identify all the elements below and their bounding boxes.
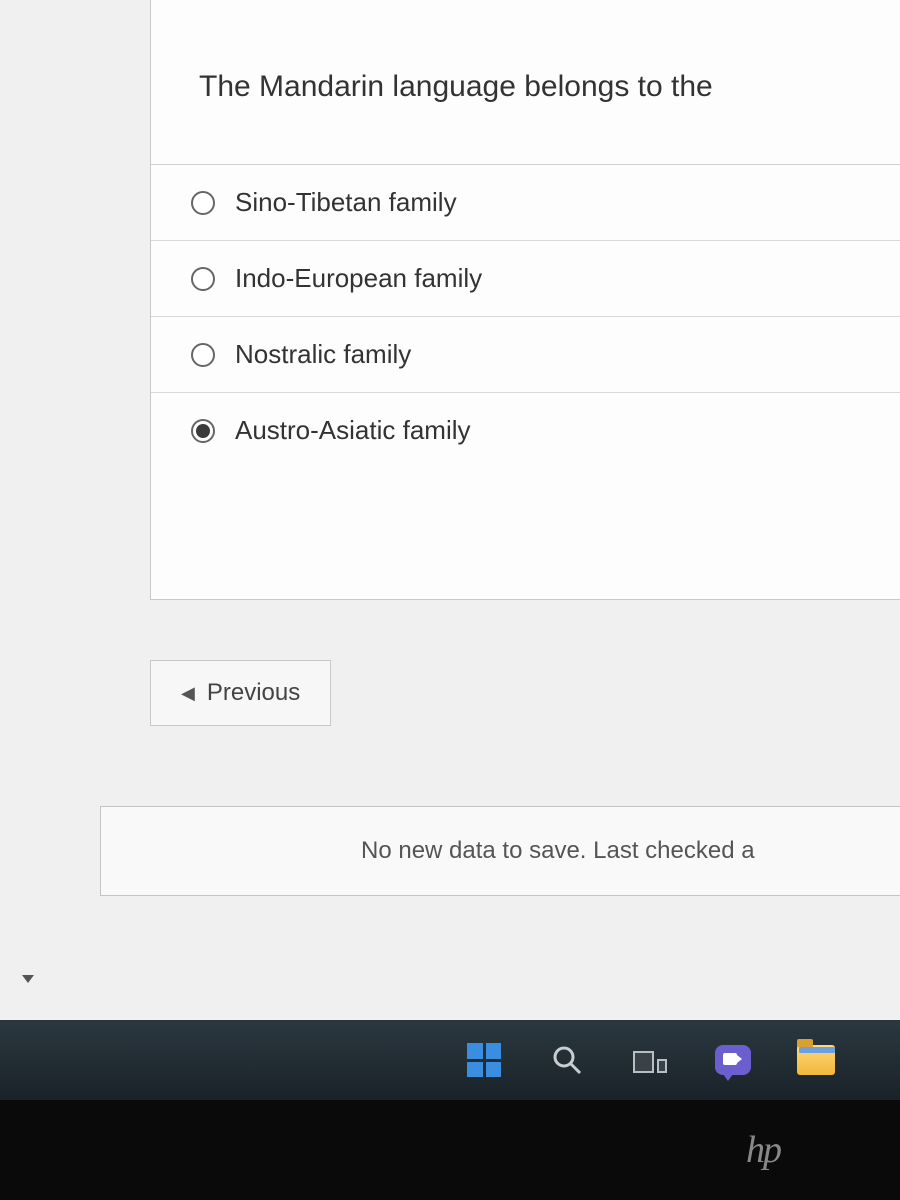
save-status-text: No new data to save. Last checked a — [361, 837, 755, 864]
option-label: Nostralic family — [235, 339, 411, 370]
nav-row: ◀ Previous — [150, 660, 900, 726]
windows-icon — [467, 1043, 501, 1077]
option-label: Sino-Tibetan family — [235, 187, 457, 218]
chat-button[interactable] — [714, 1041, 752, 1079]
option-nostralic[interactable]: Nostralic family — [151, 317, 900, 393]
question-prompt: The Mandarin language belongs to the — [151, 0, 900, 164]
search-icon — [551, 1044, 583, 1076]
taskbar — [0, 1020, 900, 1100]
arrow-left-icon: ◀ — [181, 683, 195, 704]
search-button[interactable] — [548, 1041, 586, 1079]
question-card: The Mandarin language belongs to the Sin… — [150, 0, 900, 600]
option-indo-european[interactable]: Indo-European family — [151, 241, 900, 317]
folder-icon — [797, 1045, 835, 1075]
page-content: The Mandarin language belongs to the Sin… — [0, 0, 900, 1020]
previous-button[interactable]: ◀ Previous — [150, 660, 331, 726]
option-label: Indo-European family — [235, 263, 482, 294]
chat-icon — [715, 1045, 751, 1075]
scroll-down-icon[interactable] — [22, 975, 34, 983]
option-austro-asiatic[interactable]: Austro-Asiatic family — [151, 393, 900, 491]
option-list: Sino-Tibetan family Indo-European family… — [151, 164, 900, 491]
task-view-icon — [633, 1047, 667, 1073]
option-label: Austro-Asiatic family — [235, 415, 471, 446]
radio-icon[interactable] — [191, 267, 215, 291]
radio-icon[interactable] — [191, 191, 215, 215]
monitor-bezel: hp — [0, 1100, 900, 1200]
hp-logo: hp — [746, 1128, 780, 1172]
radio-icon-selected[interactable] — [191, 419, 215, 443]
option-sino-tibetan[interactable]: Sino-Tibetan family — [151, 165, 900, 241]
task-view-button[interactable] — [631, 1041, 669, 1079]
radio-icon[interactable] — [191, 343, 215, 367]
start-button[interactable] — [465, 1041, 503, 1079]
save-status-panel: No new data to save. Last checked a — [100, 806, 900, 896]
previous-label: Previous — [207, 679, 300, 707]
file-explorer-button[interactable] — [797, 1041, 835, 1079]
